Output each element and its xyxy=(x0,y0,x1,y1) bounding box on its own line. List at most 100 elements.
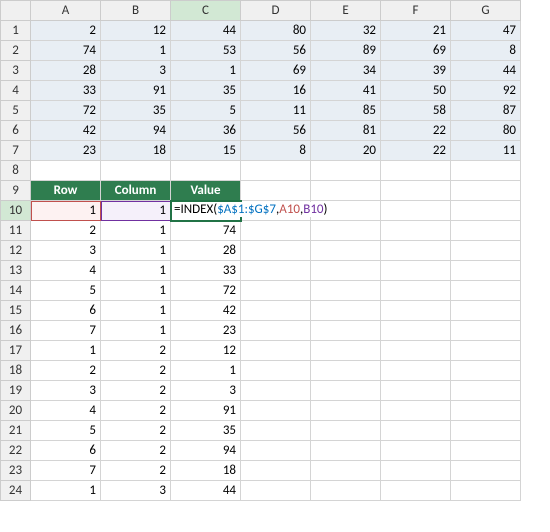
cell[interactable]: 6 xyxy=(31,441,101,461)
row-header-7[interactable]: 7 xyxy=(1,141,31,161)
cell[interactable]: 33 xyxy=(171,261,241,281)
cell-A10[interactable]: 1 xyxy=(31,201,101,221)
cell[interactable]: 23 xyxy=(31,141,101,161)
cell[interactable]: 3 xyxy=(101,481,171,501)
cell[interactable] xyxy=(311,281,381,301)
row-header-22[interactable]: 22 xyxy=(1,441,31,461)
cell[interactable] xyxy=(241,461,311,481)
cell[interactable]: 1 xyxy=(101,281,171,301)
cell[interactable]: 1 xyxy=(101,301,171,321)
header-value-label[interactable]: Value xyxy=(171,181,241,201)
cell[interactable]: 18 xyxy=(171,461,241,481)
cell[interactable] xyxy=(381,461,451,481)
cell[interactable]: 74 xyxy=(31,41,101,61)
cell[interactable] xyxy=(381,441,451,461)
cell[interactable] xyxy=(381,301,451,321)
cell[interactable] xyxy=(241,441,311,461)
cell[interactable] xyxy=(241,181,311,201)
cell[interactable]: 5 xyxy=(31,281,101,301)
cell[interactable]: 7 xyxy=(31,461,101,481)
cell[interactable]: 1 xyxy=(171,61,241,81)
cell[interactable] xyxy=(311,481,381,501)
cell[interactable]: 44 xyxy=(171,481,241,501)
header-column-label[interactable]: Column xyxy=(101,181,171,201)
spreadsheet-grid[interactable]: A B C D E F G 12124480322147274153568969… xyxy=(0,0,521,501)
cell[interactable] xyxy=(241,281,311,301)
cell[interactable]: 35 xyxy=(171,421,241,441)
cell[interactable] xyxy=(311,161,381,181)
cell[interactable]: 94 xyxy=(171,441,241,461)
cell[interactable]: 32 xyxy=(311,21,381,41)
cell[interactable]: 6 xyxy=(31,301,101,321)
cell[interactable] xyxy=(31,161,101,181)
row-header-2[interactable]: 2 xyxy=(1,41,31,61)
cell[interactable] xyxy=(451,261,521,281)
cell[interactable]: 4 xyxy=(31,261,101,281)
cell[interactable] xyxy=(241,361,311,381)
cell[interactable] xyxy=(311,321,381,341)
cell[interactable]: 91 xyxy=(171,401,241,421)
cell[interactable]: 1 xyxy=(171,361,241,381)
cell[interactable] xyxy=(381,201,451,221)
cell[interactable] xyxy=(451,461,521,481)
cell[interactable] xyxy=(451,161,521,181)
cell[interactable]: 28 xyxy=(171,241,241,261)
row-header-3[interactable]: 3 xyxy=(1,61,31,81)
cell[interactable]: 1 xyxy=(101,261,171,281)
cell[interactable] xyxy=(241,261,311,281)
row-header-14[interactable]: 14 xyxy=(1,281,31,301)
cell[interactable] xyxy=(451,381,521,401)
cell[interactable]: 89 xyxy=(311,41,381,61)
cell[interactable] xyxy=(171,161,241,181)
row-header-23[interactable]: 23 xyxy=(1,461,31,481)
cell[interactable] xyxy=(381,421,451,441)
cell[interactable] xyxy=(311,441,381,461)
cell[interactable] xyxy=(381,481,451,501)
cell[interactable] xyxy=(451,421,521,441)
cell[interactable]: 35 xyxy=(101,101,171,121)
cell[interactable]: 58 xyxy=(381,101,451,121)
row-header-15[interactable]: 15 xyxy=(1,301,31,321)
cell[interactable] xyxy=(451,401,521,421)
cell[interactable]: 12 xyxy=(101,21,171,41)
cell[interactable] xyxy=(311,181,381,201)
cell[interactable]: 3 xyxy=(31,381,101,401)
cell[interactable]: 2 xyxy=(31,21,101,41)
cell[interactable]: 2 xyxy=(31,361,101,381)
cell[interactable] xyxy=(311,241,381,261)
col-header-F[interactable]: F xyxy=(381,1,451,21)
row-header-24[interactable]: 24 xyxy=(1,481,31,501)
cell[interactable]: 35 xyxy=(171,81,241,101)
cell[interactable]: 8 xyxy=(451,41,521,61)
cell[interactable]: 42 xyxy=(171,301,241,321)
cell[interactable]: 7 xyxy=(31,321,101,341)
cell[interactable] xyxy=(381,361,451,381)
cell[interactable] xyxy=(241,421,311,441)
cell[interactable] xyxy=(241,241,311,261)
row-header-6[interactable]: 6 xyxy=(1,121,31,141)
col-header-A[interactable]: A xyxy=(31,1,101,21)
cell[interactable] xyxy=(381,261,451,281)
cell-B10[interactable]: 1 xyxy=(101,201,171,221)
cell[interactable]: 2 xyxy=(101,441,171,461)
cell[interactable]: 1 xyxy=(101,41,171,61)
cell[interactable]: 69 xyxy=(241,61,311,81)
cell[interactable] xyxy=(311,221,381,241)
cell[interactable] xyxy=(311,401,381,421)
cell[interactable] xyxy=(451,341,521,361)
cell[interactable]: 1 xyxy=(31,481,101,501)
cell[interactable]: 2 xyxy=(31,221,101,241)
cell[interactable]: 12 xyxy=(171,341,241,361)
cell[interactable]: 5 xyxy=(31,421,101,441)
cell[interactable] xyxy=(451,221,521,241)
cell[interactable]: 11 xyxy=(451,141,521,161)
row-header-19[interactable]: 19 xyxy=(1,381,31,401)
cell[interactable] xyxy=(101,161,171,181)
cell[interactable]: 36 xyxy=(171,121,241,141)
cell[interactable] xyxy=(381,161,451,181)
cell[interactable] xyxy=(381,181,451,201)
select-all-corner[interactable] xyxy=(1,1,31,21)
cell[interactable]: 91 xyxy=(101,81,171,101)
row-header-4[interactable]: 4 xyxy=(1,81,31,101)
cell[interactable] xyxy=(451,281,521,301)
